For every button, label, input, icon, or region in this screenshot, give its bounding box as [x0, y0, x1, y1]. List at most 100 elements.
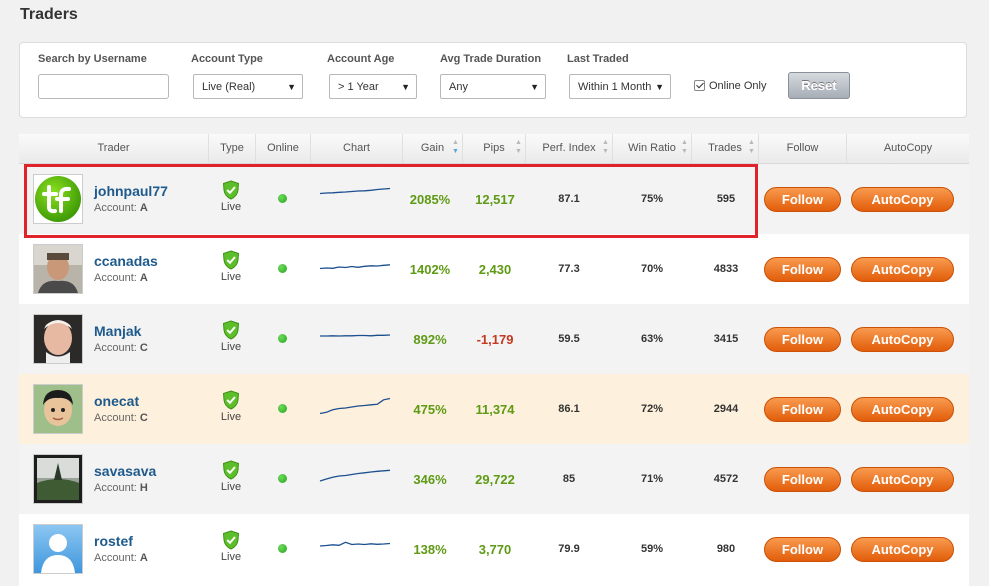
perf-index-value: 77.3 [558, 263, 580, 275]
live-label: Live [220, 411, 242, 423]
performance-sparkline[interactable] [319, 534, 391, 558]
follow-button[interactable]: Follow [764, 187, 841, 212]
sort-icon[interactable]: ▲ ▼ [681, 138, 688, 156]
account-age-select[interactable]: > 1 Year ▼ [329, 74, 417, 99]
table-row: Manjak Account: C Live 892% -1,179 59.5 … [19, 304, 969, 374]
account-type-value: Live (Real) [202, 81, 256, 93]
autocopy-button[interactable]: AutoCopy [851, 327, 954, 352]
trader-name-link[interactable]: onecat [94, 393, 139, 409]
autocopy-button[interactable]: AutoCopy [851, 397, 954, 422]
table-header: Trader Type Online Chart Gain ▲ ▼ Pips ▲ ▼… [19, 134, 969, 164]
account-label: Account: C [94, 342, 148, 354]
autocopy-button[interactable]: AutoCopy [851, 187, 954, 212]
online-status-icon [278, 404, 287, 413]
pips-value: -1,179 [476, 332, 514, 347]
pips-value: 29,722 [475, 472, 515, 487]
autocopy-button[interactable]: AutoCopy [851, 537, 954, 562]
follow-button[interactable]: Follow [764, 537, 841, 562]
sort-icon[interactable]: ▲ ▼ [748, 138, 755, 156]
trades-value: 3415 [713, 333, 739, 345]
pips-value: 11,374 [475, 402, 515, 417]
avatar-photo-landscape[interactable] [33, 454, 83, 504]
column-header-online[interactable]: Online [256, 134, 311, 163]
performance-sparkline[interactable] [319, 254, 391, 278]
table-row: onecat Account: C Live 475% 11,374 86.1 … [19, 374, 969, 444]
live-label: Live [220, 271, 242, 283]
performance-sparkline[interactable] [319, 324, 391, 348]
performance-sparkline[interactable] [319, 394, 391, 418]
chevron-down-icon: ▼ [401, 82, 410, 92]
performance-sparkline[interactable] [319, 464, 391, 488]
sort-icon[interactable]: ▲ ▼ [515, 138, 522, 156]
account-label: Account: H [94, 482, 148, 494]
highlight-box [24, 164, 758, 238]
sort-icon[interactable]: ▲ ▼ [452, 138, 459, 156]
perf-index-value: 79.9 [558, 543, 580, 555]
reset-button[interactable]: Reset [788, 72, 850, 99]
shield-check-icon [222, 320, 240, 340]
trader-name-link[interactable]: savasava [94, 463, 156, 479]
trader-name-link[interactable]: Manjak [94, 323, 141, 339]
live-label: Live [220, 551, 242, 563]
trades-value: 4833 [713, 263, 739, 275]
trader-name-link[interactable]: ccanadas [94, 253, 158, 269]
avg-trade-duration-select[interactable]: Any ▼ [440, 74, 546, 99]
autocopy-button[interactable]: AutoCopy [851, 467, 954, 492]
avatar-photo-child[interactable] [33, 384, 83, 434]
gain-value: 892% [413, 332, 447, 347]
live-label: Live [220, 481, 242, 493]
last-traded-value: Within 1 Month [578, 81, 652, 93]
table-row: savasava Account: H Live 346% 29,722 85 … [19, 444, 969, 514]
pips-value: 2,430 [478, 262, 512, 277]
account-type-label: Account Type [191, 53, 263, 65]
gain-value: 346% [413, 472, 447, 487]
shield-check-icon [222, 390, 240, 410]
live-label: Live [220, 341, 242, 353]
avg-trade-duration-value: Any [449, 81, 468, 93]
avatar-photo-man[interactable] [33, 244, 83, 294]
table-row: rostef Account: A Live 138% 3,770 79.9 5… [19, 514, 969, 584]
filter-panel: Search by Username Account Type Live (Re… [19, 42, 967, 118]
win-ratio-value: 63% [640, 333, 664, 345]
avatar-photo-older-man[interactable] [33, 314, 83, 364]
account-label: Account: C [94, 412, 148, 424]
perf-index-value: 85 [562, 473, 576, 485]
page-title: Traders [20, 6, 78, 23]
account-age-label: Account Age [327, 53, 395, 65]
account-label: Account: A [94, 272, 148, 284]
avatar-default-avatar[interactable] [33, 524, 83, 574]
column-header-type[interactable]: Type [209, 134, 256, 163]
win-ratio-value: 72% [640, 403, 664, 415]
gain-value: 1402% [409, 262, 451, 277]
online-only-checkbox[interactable] [694, 80, 705, 91]
column-header-perf-index[interactable]: Perf. Index ▲ ▼ [526, 134, 613, 163]
column-header-trader[interactable]: Trader [19, 134, 209, 163]
search-username-label: Search by Username [38, 53, 147, 65]
online-status-icon [278, 474, 287, 483]
search-username-input[interactable] [38, 74, 169, 99]
online-only-label: Online Only [709, 80, 767, 92]
trader-name-link[interactable]: rostef [94, 533, 133, 549]
account-type-select[interactable]: Live (Real) ▼ [193, 74, 303, 99]
trades-value: 4572 [713, 473, 739, 485]
last-traded-label: Last Traded [567, 53, 629, 65]
follow-button[interactable]: Follow [764, 257, 841, 282]
sort-icon[interactable]: ▲ ▼ [602, 138, 609, 156]
column-header-chart: Chart [311, 134, 403, 163]
chevron-down-icon: ▼ [530, 82, 539, 92]
follow-button[interactable]: Follow [764, 467, 841, 492]
chevron-down-icon: ▼ [655, 82, 664, 92]
column-header-pips[interactable]: Pips ▲ ▼ [463, 134, 526, 163]
column-header-autocopy: AutoCopy [883, 142, 933, 154]
follow-button[interactable]: Follow [764, 397, 841, 422]
last-traded-select[interactable]: Within 1 Month ▼ [569, 74, 671, 99]
account-age-value: > 1 Year [338, 81, 379, 93]
autocopy-button[interactable]: AutoCopy [851, 257, 954, 282]
column-header-gain[interactable]: Gain ▲ ▼ [403, 134, 463, 163]
gain-value: 138% [413, 542, 447, 557]
column-header-win-ratio[interactable]: Win Ratio ▲ ▼ [613, 134, 692, 163]
win-ratio-value: 71% [640, 473, 664, 485]
follow-button[interactable]: Follow [764, 327, 841, 352]
column-header-trades[interactable]: Trades ▲ ▼ [692, 134, 759, 163]
column-header-follow: Follow [759, 134, 847, 163]
